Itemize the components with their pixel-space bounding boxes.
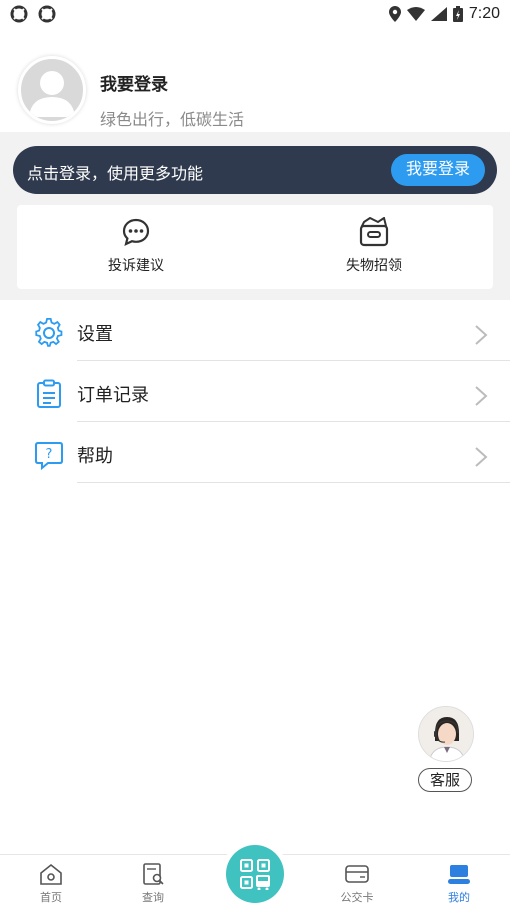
menu-item-orders[interactable]: 订单记录 [0, 361, 510, 422]
profile-subtitle: 绿色出行，低碳生活 [100, 110, 245, 129]
menu-item-label: 订单记录 [77, 385, 149, 406]
chevron-right-icon [475, 386, 488, 406]
menu-item-settings[interactable]: 设置 [0, 300, 510, 361]
complaint-suggestion-button[interactable]: 投诉建议 [17, 205, 255, 289]
lost-box-icon [359, 217, 389, 247]
tab-label: 查询 [142, 891, 164, 904]
search-doc-icon [143, 863, 164, 885]
menu-list: 设置 订单记录 ? 帮助 [0, 300, 510, 483]
profile-name[interactable]: 我要登录 [100, 70, 168, 95]
tab-home[interactable]: 首页 [0, 855, 102, 906]
help-icon: ? [35, 442, 63, 470]
scan-ride-button[interactable] [226, 845, 284, 903]
sync-icon [10, 5, 28, 23]
qr-bus-icon [240, 859, 270, 890]
chevron-right-icon [475, 447, 488, 467]
quick-action-label: 投诉建议 [108, 258, 164, 274]
lost-found-button[interactable]: 失物招领 [255, 205, 493, 289]
signal-icon [430, 7, 447, 21]
gear-icon [35, 318, 63, 347]
card-icon [345, 865, 369, 883]
login-banner[interactable]: 点击登录，使用更多功能 我要登录 [13, 146, 497, 194]
quick-action-label: 失物招领 [346, 258, 402, 274]
sync-icon [38, 5, 56, 23]
person-icon [448, 865, 470, 884]
quick-actions: 投诉建议 失物招领 [17, 205, 493, 289]
customer-service-label[interactable]: 客服 [418, 768, 472, 792]
svg-text:?: ? [46, 447, 53, 462]
default-avatar-icon [29, 71, 75, 117]
chat-bubble-icon [122, 218, 150, 246]
tab-label: 首页 [40, 891, 62, 904]
clipboard-icon [37, 379, 61, 408]
menu-item-label: 帮助 [77, 446, 113, 467]
status-bar: 7:20 [0, 0, 510, 28]
tab-bus-card[interactable]: 公交卡 [306, 855, 408, 906]
tab-mine[interactable]: 我的 [408, 855, 510, 906]
customer-service-button[interactable]: 客服 [418, 706, 476, 792]
location-icon [388, 6, 401, 22]
agent-headset-icon [419, 707, 473, 761]
status-time: 7:20 [468, 5, 500, 22]
divider [77, 482, 510, 483]
home-icon [40, 863, 62, 885]
profile-header[interactable]: 我要登录 绿色出行，低碳生活 [0, 40, 510, 132]
wifi-icon [406, 7, 425, 21]
tab-label: 我的 [448, 891, 470, 904]
battery-icon [452, 6, 463, 22]
tab-label: 公交卡 [340, 891, 374, 904]
chevron-right-icon [475, 325, 488, 345]
menu-item-label: 设置 [77, 324, 113, 345]
menu-item-help[interactable]: ? 帮助 [0, 422, 510, 483]
service-agent-avatar[interactable] [418, 706, 474, 762]
login-button[interactable]: 我要登录 [391, 154, 485, 186]
tab-query[interactable]: 查询 [102, 855, 204, 906]
login-banner-text: 点击登录，使用更多功能 [27, 164, 204, 183]
avatar[interactable] [18, 56, 86, 124]
